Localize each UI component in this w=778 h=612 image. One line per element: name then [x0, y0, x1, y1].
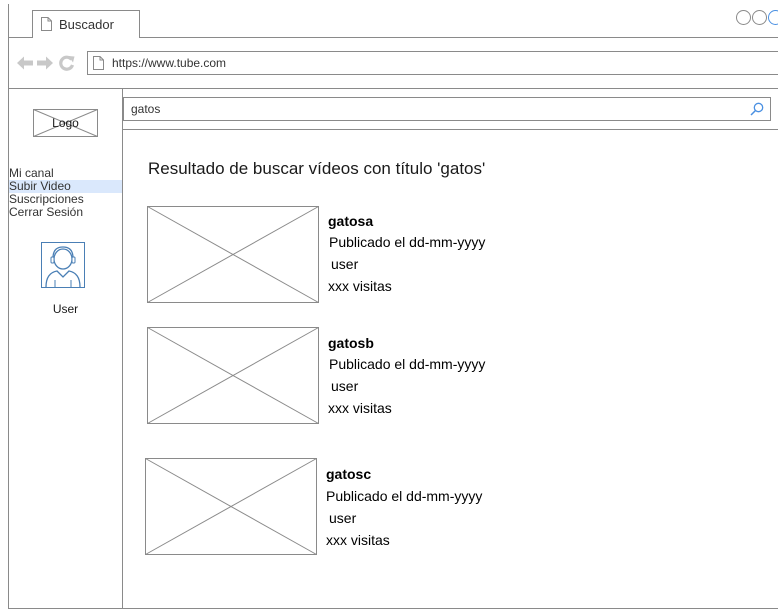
- forward-arrow-icon[interactable]: [36, 56, 53, 70]
- page-icon: [93, 56, 104, 70]
- video-thumbnail-placeholder[interactable]: [147, 206, 319, 303]
- search-value: gatos: [131, 102, 161, 116]
- video-title[interactable]: gatosa: [328, 213, 373, 229]
- video-views: xxx visitas: [326, 532, 390, 548]
- video-user[interactable]: user: [331, 256, 358, 272]
- browser-tab[interactable]: Buscador: [32, 10, 140, 38]
- tab-title: Buscador: [59, 17, 114, 32]
- navigation-controls: [17, 55, 75, 71]
- video-published: Publicado el dd-mm-yyyy: [326, 488, 483, 504]
- maximize-button[interactable]: [752, 10, 767, 25]
- video-thumbnail-placeholder[interactable]: [145, 458, 317, 555]
- video-user[interactable]: user: [329, 510, 356, 526]
- close-button[interactable]: [768, 10, 778, 25]
- video-published: Publicado el dd-mm-yyyy: [329, 234, 486, 250]
- result-item[interactable]: gatosc Publicado el dd-mm-yyyy user xxx …: [145, 458, 565, 558]
- result-item[interactable]: gatosb Publicado el dd-mm-yyyy user xxx …: [147, 327, 567, 427]
- back-arrow-icon[interactable]: [17, 56, 34, 70]
- browser-window: Buscador https://www.tube.com Logo Mi ca…: [8, 4, 778, 609]
- sidebar: Logo Mi canal Subir Video Suscripciones …: [9, 89, 123, 608]
- logo-label: Logo: [52, 116, 79, 130]
- user-label: User: [52, 302, 79, 316]
- url-text: https://www.tube.com: [112, 56, 227, 70]
- results-heading: Resultado de buscar vídeos con título 'g…: [148, 159, 486, 178]
- url-input[interactable]: https://www.tube.com: [87, 51, 778, 75]
- video-title[interactable]: gatosb: [328, 335, 374, 351]
- video-user[interactable]: user: [331, 378, 358, 394]
- video-thumbnail-placeholder[interactable]: [147, 327, 319, 424]
- video-title[interactable]: gatosc: [326, 466, 371, 482]
- minimize-button[interactable]: [736, 10, 751, 25]
- sidebar-item-cerrar-sesion[interactable]: Cerrar Sesión: [9, 206, 122, 219]
- address-bar-row: https://www.tube.com: [9, 38, 778, 89]
- video-views: xxx visitas: [328, 278, 392, 294]
- video-published: Publicado el dd-mm-yyyy: [329, 356, 486, 372]
- result-item[interactable]: gatosa Publicado el dd-mm-yyyy user xxx …: [147, 206, 567, 306]
- user-avatar-icon[interactable]: [41, 242, 85, 288]
- page-icon: [41, 17, 52, 31]
- refresh-icon[interactable]: [58, 55, 75, 71]
- content-divider: [123, 129, 778, 130]
- window-controls: [736, 10, 778, 25]
- video-views: xxx visitas: [328, 400, 392, 416]
- tab-strip: Buscador: [9, 4, 778, 38]
- search-input[interactable]: gatos: [123, 97, 771, 121]
- search-icon[interactable]: [750, 102, 764, 116]
- logo[interactable]: Logo: [33, 109, 98, 137]
- sidebar-menu: Mi canal Subir Video Suscripciones Cerra…: [9, 167, 122, 219]
